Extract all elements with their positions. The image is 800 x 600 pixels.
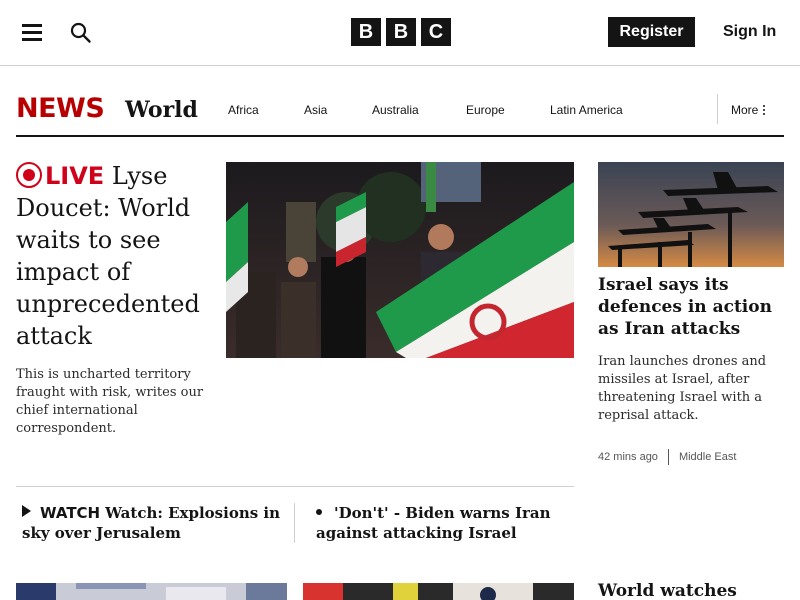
search-icon[interactable]	[70, 22, 92, 44]
lead-story-summary: This is uncharted territory fraught with…	[16, 367, 204, 436]
nav-link-asia[interactable]: Asia	[304, 101, 327, 119]
related-link-biden[interactable]: 'Don't' - Biden warns Iran against attac…	[316, 503, 566, 543]
hamburger-menu-icon[interactable]	[22, 22, 42, 42]
side-story-image[interactable]	[598, 162, 784, 267]
bullet-icon	[316, 509, 322, 515]
section-title[interactable]: World	[125, 95, 198, 125]
watch-label: WATCH	[40, 504, 101, 522]
nav-link-europe[interactable]: Europe	[466, 101, 505, 119]
lead-story-image[interactable]	[226, 162, 574, 358]
news-brand[interactable]: NEWS	[16, 93, 105, 125]
sign-in-link[interactable]: Sign In	[723, 20, 776, 44]
nav-divider	[717, 94, 718, 124]
play-icon	[22, 505, 31, 517]
lead-story-title: Lyse Doucet: World waits to see impact o…	[16, 162, 200, 350]
bottom-story-image[interactable]	[303, 583, 574, 600]
top-bar: B B C Register Sign In	[0, 0, 800, 66]
live-icon	[16, 162, 42, 188]
nav-link-africa[interactable]: Africa	[228, 101, 259, 119]
side-story-summary: Iran launches drones and missiles at Isr…	[598, 354, 767, 423]
register-button[interactable]: Register	[608, 17, 695, 47]
news-navigation: NEWS World Africa Asia Australia Europe …	[16, 93, 784, 137]
related-link-watch[interactable]: WATCH Watch: Explosions in sky over Jerus…	[22, 503, 287, 543]
bottom-story-title[interactable]: World watches	[598, 580, 784, 600]
logo-letter: B	[386, 18, 416, 46]
topic-tag[interactable]: Middle East	[679, 451, 736, 463]
more-label: More	[731, 103, 759, 117]
meta-divider	[667, 449, 669, 465]
logo-letter: C	[421, 18, 451, 46]
timestamp: 42 mins ago	[598, 451, 658, 463]
related-links: WATCH Watch: Explosions in sky over Jerus…	[16, 486, 574, 544]
kebab-icon	[763, 105, 766, 115]
logo-letter: B	[351, 18, 381, 46]
live-label: LIVE	[45, 162, 105, 190]
side-story-meta: 42 mins ago Middle East	[598, 448, 736, 466]
related-title: 'Don't' - Biden warns Iran against attac…	[316, 504, 551, 542]
nav-link-australia[interactable]: Australia	[372, 101, 419, 119]
side-story-title[interactable]: Israel says its defences in action as Ir…	[598, 274, 784, 340]
bbc-logo[interactable]: B B C	[351, 18, 451, 46]
more-button[interactable]: More	[731, 101, 766, 119]
bottom-story-image[interactable]	[16, 583, 287, 600]
lead-story-headline[interactable]: LIVE Lyse Doucet: World waits to see imp…	[16, 160, 221, 352]
related-divider	[294, 503, 295, 543]
nav-link-latin-america[interactable]: Latin America	[550, 101, 623, 119]
